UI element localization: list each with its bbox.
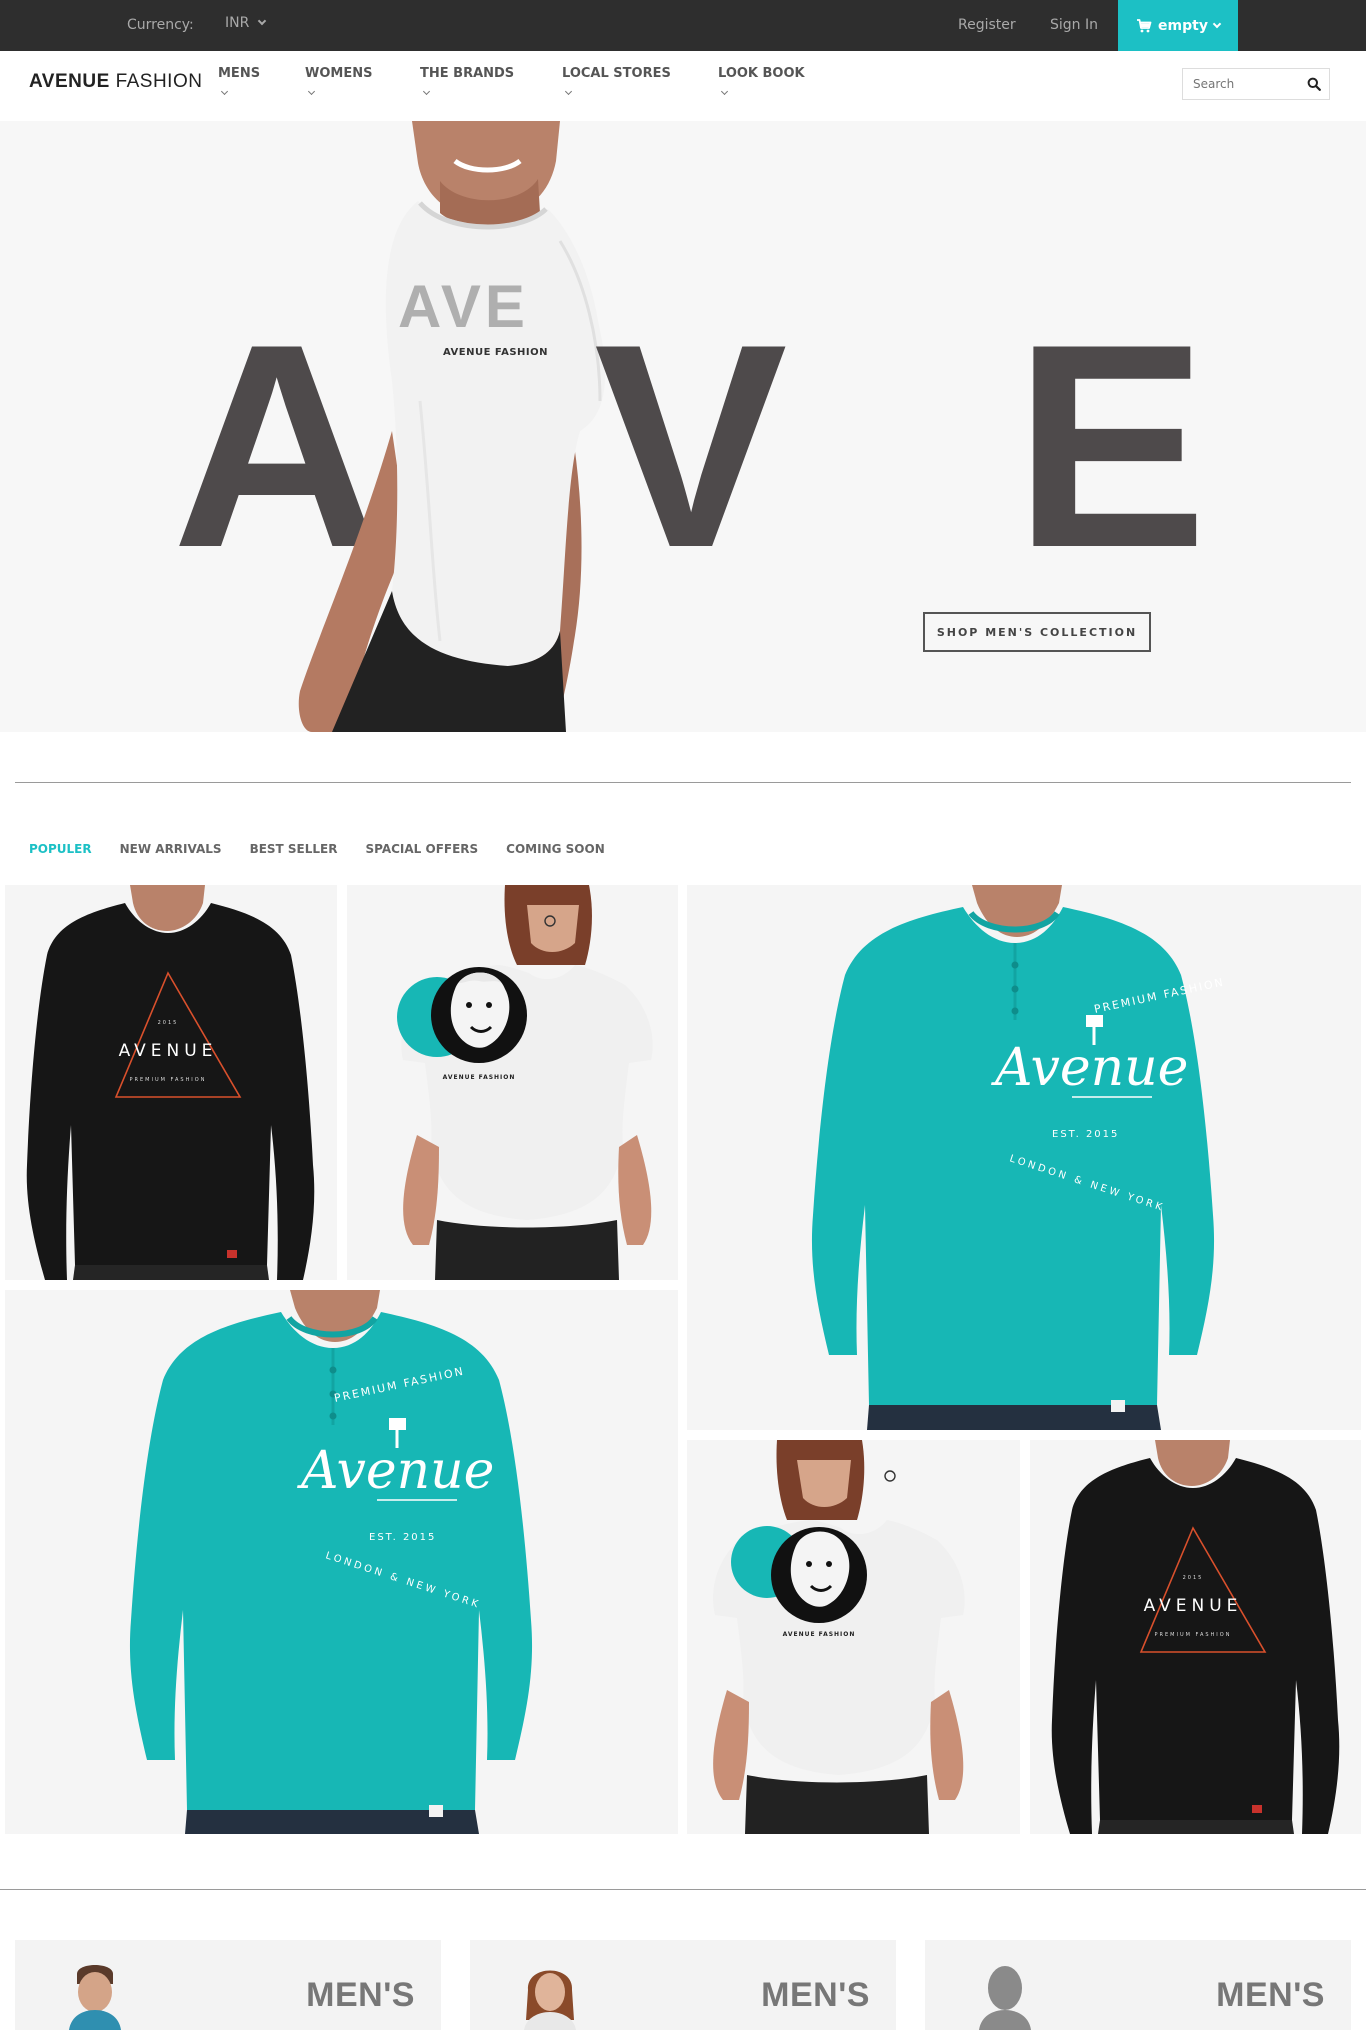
hero-banner: A AVE AVENUE FASHION V E SHOP MEN'S COLL… [0, 121, 1366, 732]
tab-best-seller[interactable]: BEST SELLER [250, 842, 338, 856]
register-link[interactable]: Register [958, 17, 1016, 33]
product-image: 2015 AVENUE PREMIUM FASHION [26, 885, 315, 1280]
category-card-mens-1[interactable]: MEN'S [15, 1940, 441, 2030]
nav-label: LOOK BOOK [718, 66, 805, 81]
hero-letter-e: E [1014, 284, 1208, 608]
product-year: 2015 [158, 1020, 179, 1026]
product-tile-black-tee[interactable]: 2015 AVENUE PREMIUM FASHION [5, 885, 337, 1280]
product-tabs: POPULER NEW ARRIVALS BEST SELLER SPACIAL… [29, 842, 605, 856]
tab-spacial-offers[interactable]: SPACIAL OFFERS [365, 842, 478, 856]
category-card-mens-3[interactable]: MEN'S [925, 1940, 1351, 2030]
cart-label: empty [1158, 17, 1208, 34]
product-brand: AVENUE [119, 1041, 218, 1061]
product-script: Avenue [991, 1038, 1188, 1098]
nav-label: THE BRANDS [420, 66, 515, 81]
product-image: AVENUE FASHION [397, 885, 653, 1280]
nav-item-mens[interactable]: MENS [218, 66, 261, 96]
category-avatar [979, 1966, 1031, 2030]
currency-label: Currency: [127, 17, 194, 33]
product-tile-black-tee-2[interactable]: 2015 AVENUE PREMIUM FASHION [1030, 1440, 1361, 1834]
top-bar: Currency: INR Register Sign In empty [0, 0, 1366, 51]
search-icon[interactable] [1307, 77, 1321, 91]
currency-value: INR [225, 15, 250, 31]
chevron-down-icon [720, 87, 729, 96]
nav-item-local-stores[interactable]: LOCAL STORES [562, 66, 671, 96]
category-title: MEN'S [306, 1976, 415, 2014]
chevron-down-icon [220, 87, 229, 96]
shop-mens-collection-button[interactable]: SHOP MEN'S COLLECTION [923, 612, 1151, 652]
main-header: AVENUE FASHION MENS WOMENS THE BRANDS LO… [0, 51, 1366, 121]
product-year: 2015 [1183, 1575, 1204, 1581]
product-script: Avenue [297, 1441, 494, 1501]
product-tile-womens-tee-2[interactable]: AVENUE FASHION [687, 1440, 1020, 1834]
product-tagline: PREMIUM FASHION [1155, 1632, 1232, 1638]
search-box [1182, 68, 1330, 100]
product-image: PREMIUM FASHION Avenue EST. 2015 LONDON … [129, 1290, 533, 1834]
section-divider [0, 1889, 1366, 1890]
product-brand: AVENUE FASHION [443, 1074, 516, 1081]
tab-populer[interactable]: POPULER [29, 842, 92, 856]
chevron-down-icon [307, 87, 316, 96]
product-brand: AVENUE FASHION [783, 1631, 856, 1638]
category-avatar [524, 1970, 576, 2030]
category-avatar [69, 1965, 121, 2030]
cart-icon [1137, 18, 1152, 32]
category-title: MEN'S [761, 1976, 870, 2014]
cart-button[interactable]: empty [1118, 0, 1238, 51]
product-est: EST. 2015 [369, 1532, 436, 1543]
nav-label: LOCAL STORES [562, 66, 671, 81]
tab-new-arrivals[interactable]: NEW ARRIVALS [120, 842, 222, 856]
hero-letter-v: V [594, 284, 788, 608]
chevron-down-icon [1212, 19, 1222, 28]
sign-in-link[interactable]: Sign In [1050, 17, 1098, 33]
nav-item-womens[interactable]: WOMENS [305, 66, 373, 96]
nav-label: MENS [218, 66, 261, 81]
product-tagline: PREMIUM FASHION [130, 1077, 207, 1083]
chevron-down-icon [258, 16, 267, 26]
currency-select[interactable]: INR [225, 15, 267, 31]
product-tile-womens-tee[interactable]: AVENUE FASHION [347, 885, 678, 1280]
site-logo[interactable]: AVENUE FASHION [29, 71, 202, 93]
category-card-mens-2[interactable]: MEN'S [470, 1940, 896, 2030]
nav-label: WOMENS [305, 66, 373, 81]
hero-shirt-print: AVE [398, 273, 529, 340]
chevron-down-icon [422, 87, 431, 96]
hero-shirt-brand: AVENUE FASHION [443, 347, 548, 358]
nav-item-look-book[interactable]: LOOK BOOK [718, 66, 805, 96]
section-divider [15, 782, 1351, 783]
product-est: EST. 2015 [1052, 1129, 1119, 1140]
chevron-down-icon [564, 87, 573, 96]
product-image: PREMIUM FASHION Avenue EST. 2015 LONDON … [811, 885, 1226, 1430]
search-input[interactable] [1183, 69, 1293, 99]
tab-coming-soon[interactable]: COMING SOON [506, 842, 605, 856]
logo-light: FASHION [115, 71, 203, 92]
product-tile-teal-henley-left[interactable]: PREMIUM FASHION Avenue EST. 2015 LONDON … [5, 1290, 678, 1834]
nav-item-the-brands[interactable]: THE BRANDS [420, 66, 515, 96]
logo-strong: AVENUE [29, 71, 110, 92]
category-title: MEN'S [1216, 1976, 1325, 2014]
product-image: 2015 AVENUE PREMIUM FASHION [1051, 1440, 1340, 1834]
product-brand: AVENUE [1144, 1596, 1243, 1616]
product-tile-teal-henley-large[interactable]: PREMIUM FASHION Avenue EST. 2015 LONDON … [687, 885, 1361, 1430]
product-image: AVENUE FASHION [713, 1440, 965, 1834]
